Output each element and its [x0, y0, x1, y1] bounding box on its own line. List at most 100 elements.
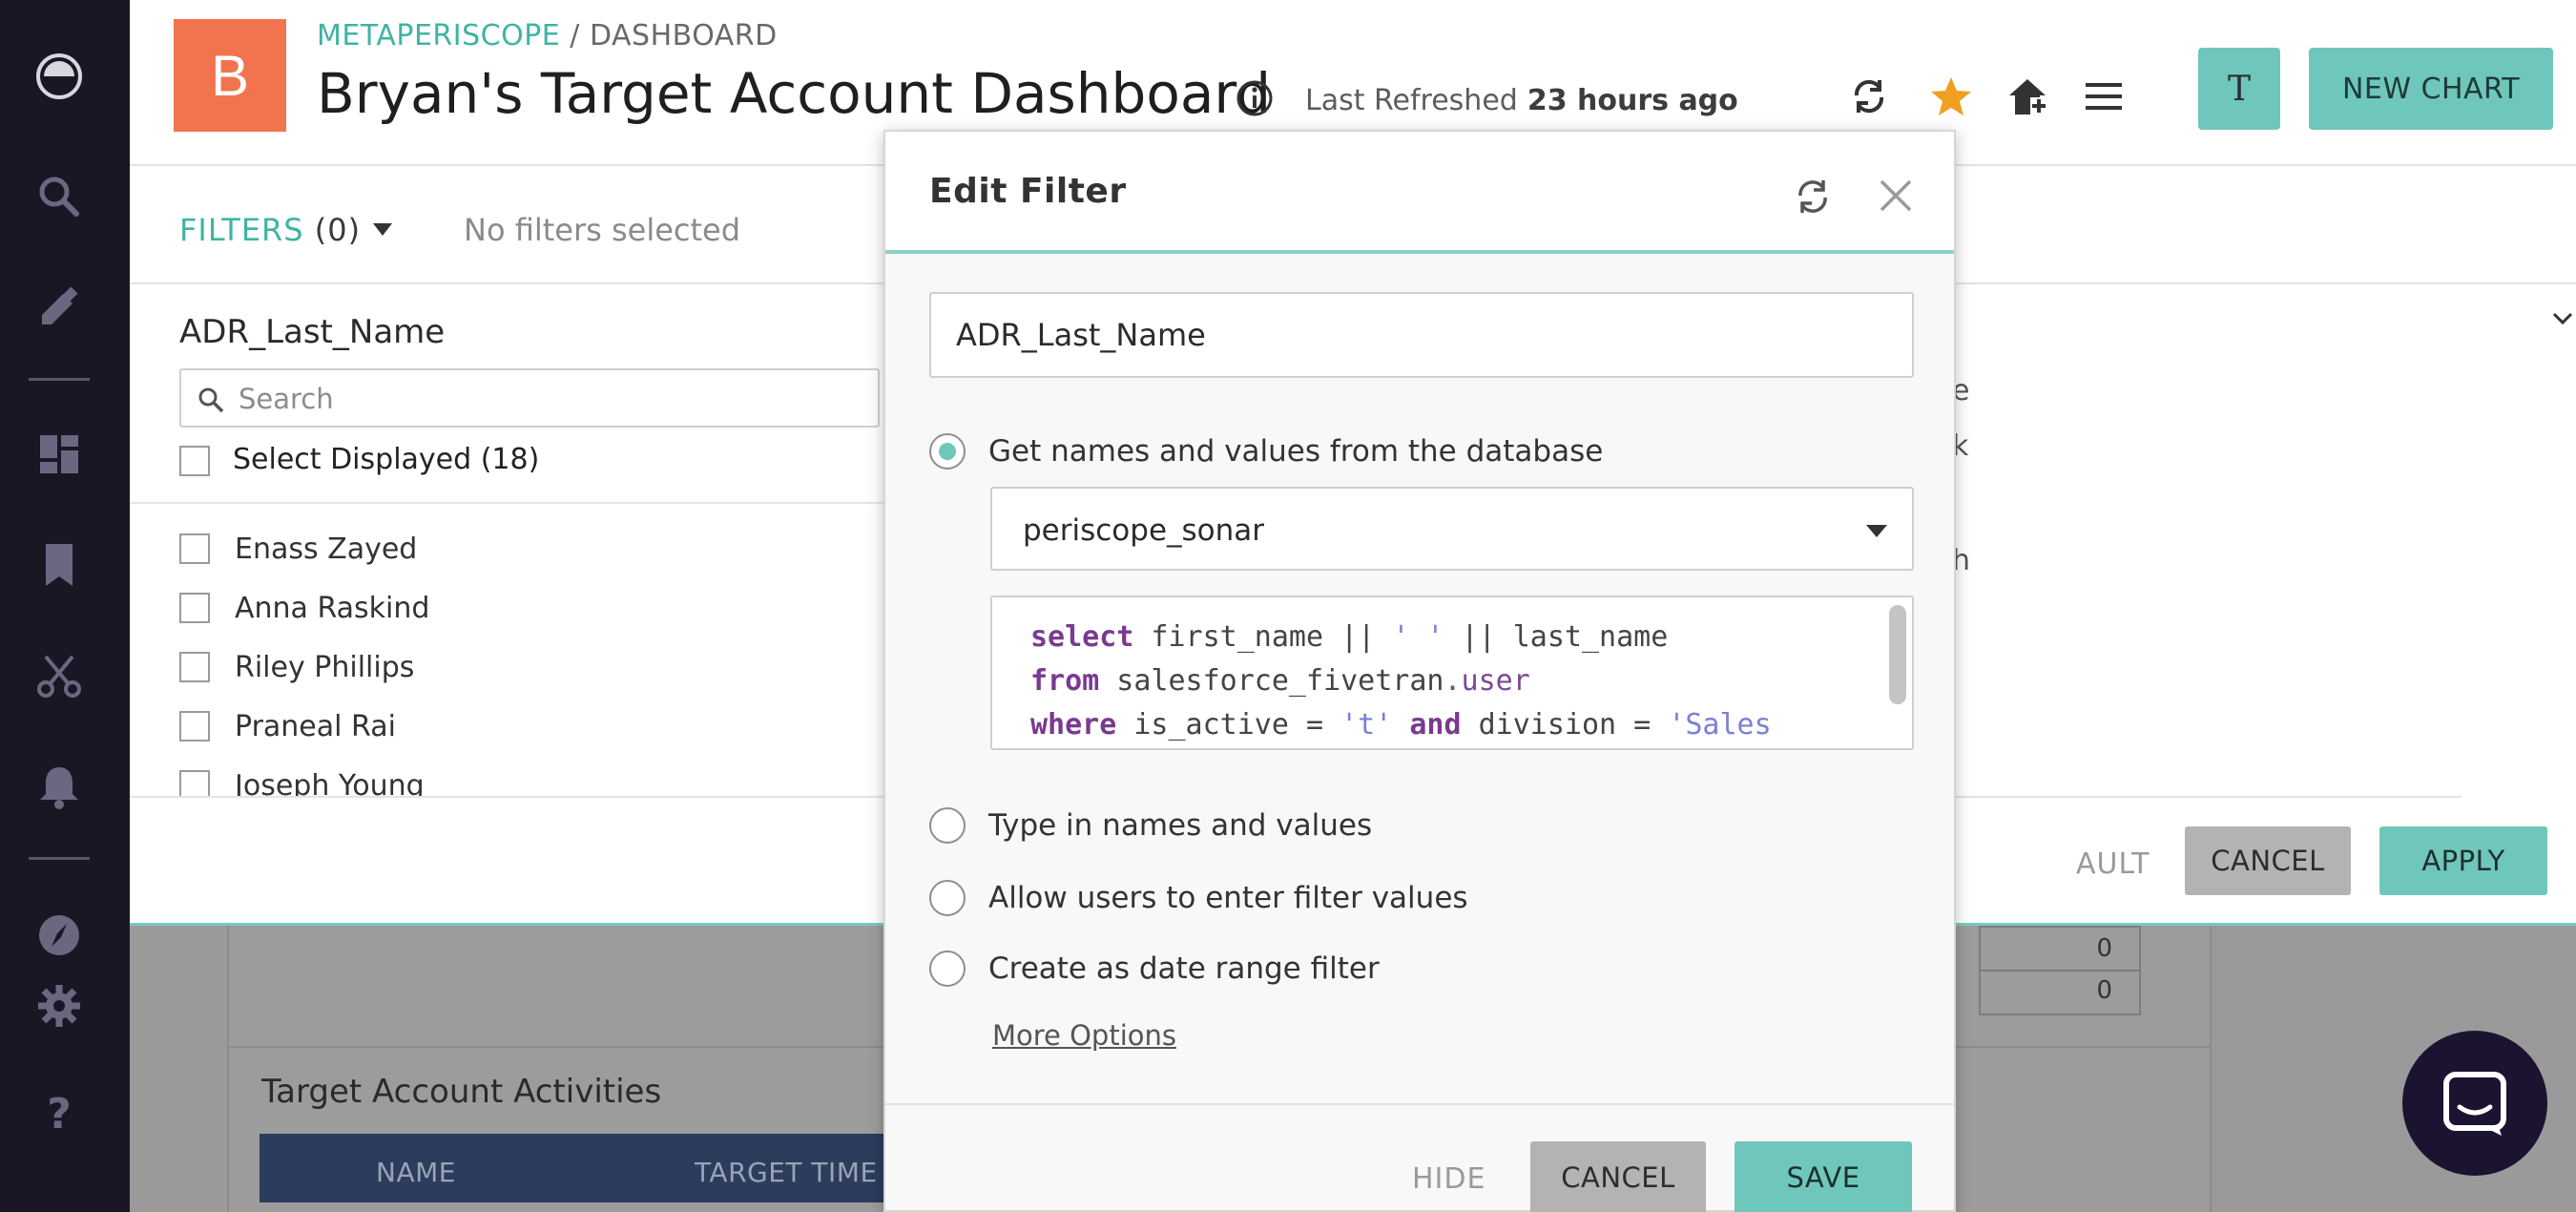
filters-label: FILTERS	[179, 212, 304, 248]
sidebar-divider	[29, 378, 90, 381]
database-select-value: periscope_sonar	[1023, 513, 1265, 548]
refresh-icon[interactable]	[1792, 176, 1834, 218]
option-user-entry[interactable]: Allow users to enter filter values	[929, 880, 1468, 916]
list-item-label: Anna Raskind	[235, 591, 430, 625]
logo-icon[interactable]	[29, 46, 90, 107]
list-item-label: Riley Phillips	[235, 650, 415, 684]
filter-column-title: ADR_Last_Name	[179, 313, 446, 351]
sql-scrollbar[interactable]	[1889, 605, 1906, 704]
select-displayed-checkbox[interactable]: Select Displayed (18)	[179, 443, 539, 476]
cancel-button[interactable]: CANCEL	[1530, 1141, 1706, 1212]
sidebar-divider	[29, 857, 90, 860]
dashboard-avatar: B	[174, 19, 286, 132]
checkbox[interactable]	[179, 711, 210, 742]
chat-icon	[2443, 1072, 2506, 1136]
breadcrumb-current: DASHBOARD	[589, 19, 778, 52]
option-database[interactable]: Get names and values from the database	[929, 433, 1603, 470]
home-add-icon[interactable]	[2005, 74, 2049, 118]
sql-line: where is_active = 't' and division = 'Sa…	[1030, 708, 1772, 742]
radio-button[interactable]	[929, 807, 966, 844]
info-icon[interactable]	[1235, 78, 1275, 118]
close-icon[interactable]	[1878, 178, 1914, 214]
checkbox[interactable]	[179, 533, 210, 564]
list-item[interactable]: Praneal Rai	[179, 697, 885, 756]
filters-toggle[interactable]: FILTERS (0)	[179, 212, 361, 248]
search-icon	[198, 387, 224, 413]
list-item[interactable]: Riley Phillips	[179, 637, 885, 697]
table-cell: 0	[1979, 926, 2141, 972]
sql-line: select first_name || ' ' || last_name	[1030, 620, 1669, 654]
sql-editor[interactable]: select first_name || ' ' || last_name fr…	[990, 596, 1914, 750]
option-label: Get names and values from the database	[988, 434, 1604, 469]
chart-title: Target Account Activities	[261, 1073, 662, 1111]
apply-filters-button[interactable]: APPLY	[2379, 826, 2547, 895]
filters-count: (0)	[314, 212, 362, 248]
option-type-in[interactable]: Type in names and values	[929, 807, 1372, 844]
edit-filter-modal: Edit Filter Get names and values from th…	[883, 130, 1956, 1212]
hide-button[interactable]: HIDE	[1412, 1162, 1485, 1196]
filter-search-input[interactable]	[239, 378, 849, 420]
filter-values-list: Enass Zayed Anna Raskind Riley Phillips …	[179, 519, 885, 954]
list-item[interactable]: Anna Raskind	[179, 578, 885, 637]
modal-footer-divider	[885, 1103, 1954, 1105]
settings-icon[interactable]	[29, 975, 90, 1036]
cancel-filters-button[interactable]: CANCEL	[2185, 826, 2351, 895]
checkbox[interactable]	[179, 593, 210, 623]
chevron-down-icon[interactable]	[2551, 311, 2574, 326]
svg-text:?: ?	[47, 1090, 72, 1138]
select-displayed-label: Select Displayed (18)	[233, 443, 540, 476]
compass-icon[interactable]	[29, 905, 90, 966]
radio-button[interactable]	[929, 951, 966, 987]
chat-launcher-button[interactable]	[2402, 1031, 2547, 1176]
edit-icon[interactable]	[29, 277, 90, 338]
filter-status: No filters selected	[464, 212, 741, 248]
more-options-link[interactable]: More Options	[992, 1019, 1176, 1052]
help-icon[interactable]: ?	[29, 1082, 90, 1143]
filter-column-divider	[130, 502, 893, 504]
last-refreshed-label: Last Refreshed	[1305, 84, 1518, 117]
list-item[interactable]: Enass Zayed	[179, 519, 885, 578]
breadcrumb: METAPERISCOPE / DASHBOARD	[317, 19, 778, 52]
menu-icon[interactable]	[2082, 74, 2126, 118]
caret-down-icon[interactable]	[373, 223, 392, 236]
option-date-range[interactable]: Create as date range filter	[929, 951, 1380, 987]
caret-down-icon	[1866, 525, 1887, 537]
radio-button[interactable]	[929, 880, 966, 916]
last-refreshed: Last Refreshed 23 hours ago	[1305, 84, 1738, 117]
breadcrumb-separator: /	[560, 19, 590, 52]
list-item-label: Joseph Young	[235, 768, 425, 797]
radio-button[interactable]	[929, 433, 966, 470]
refresh-icon[interactable]	[1847, 74, 1891, 118]
user-avatar-button[interactable]: T	[2198, 48, 2280, 130]
option-label: Allow users to enter filter values	[988, 881, 1468, 915]
star-icon[interactable]	[1929, 74, 1973, 118]
bell-icon[interactable]	[29, 756, 90, 817]
dashboards-icon[interactable]	[29, 424, 90, 485]
table-header-target-time: TARGET TIME	[695, 1157, 878, 1188]
modal-title: Edit Filter	[929, 172, 1127, 211]
list-item-label: Praneal Rai	[235, 709, 396, 743]
breadcrumb-root-link[interactable]: METAPERISCOPE	[317, 19, 560, 52]
list-item[interactable]: Joseph Young	[179, 756, 885, 796]
database-select[interactable]: periscope_sonar	[990, 487, 1914, 571]
last-refreshed-value: 23 hours ago	[1527, 84, 1738, 117]
filter-values-scroll[interactable]: Enass Zayed Anna Raskind Riley Phillips …	[179, 519, 885, 796]
list-item-label: Enass Zayed	[235, 532, 418, 566]
scissors-icon[interactable]	[29, 645, 90, 706]
page-title: Bryan's Target Account Dashboard	[317, 61, 1272, 126]
filter-name-input[interactable]	[929, 292, 1914, 378]
checkbox[interactable]	[179, 445, 210, 476]
save-button[interactable]: SAVE	[1735, 1141, 1912, 1212]
table-cell: 0	[1979, 970, 2141, 1015]
search-icon[interactable]	[29, 166, 90, 227]
left-nav-sidebar: ?	[0, 0, 130, 1212]
new-chart-button[interactable]: NEW CHART	[2309, 48, 2553, 130]
option-label: Create as date range filter	[988, 951, 1380, 986]
modal-header: Edit Filter	[885, 132, 1954, 254]
set-default-button[interactable]: AULT	[2076, 847, 2150, 881]
checkbox[interactable]	[179, 652, 210, 682]
filter-search	[179, 368, 880, 428]
bookmark-icon[interactable]	[29, 534, 90, 596]
checkbox[interactable]	[179, 770, 210, 796]
option-label: Type in names and values	[988, 808, 1373, 843]
